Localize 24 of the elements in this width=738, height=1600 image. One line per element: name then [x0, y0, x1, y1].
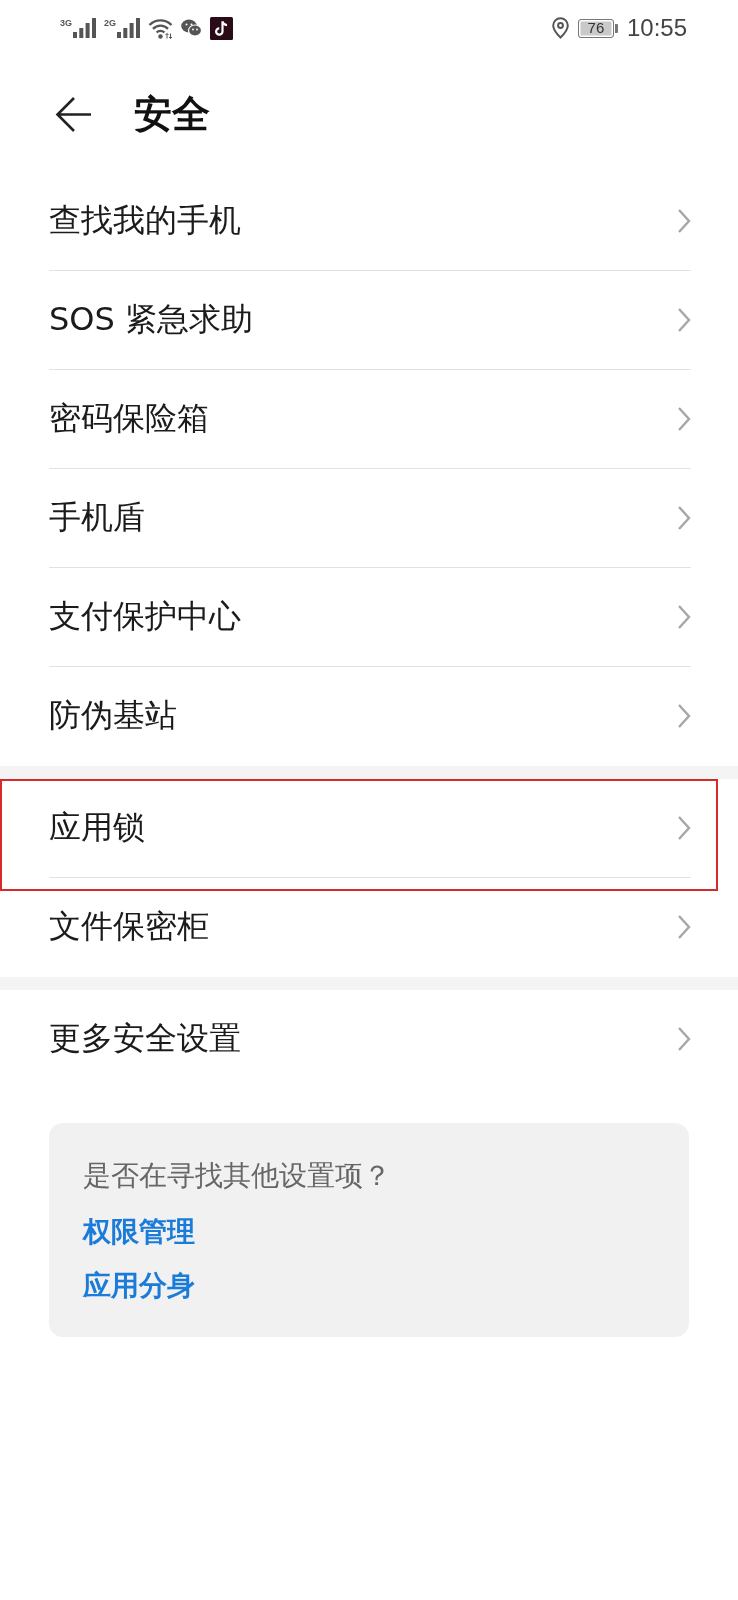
- chat-bubbles-icon: [181, 19, 203, 37]
- suggestion-prompt: 是否在寻找其他设置项？: [83, 1158, 392, 1194]
- chevron-right-icon: [677, 307, 691, 333]
- chevron-right-icon: [677, 406, 691, 432]
- signal-icon: [117, 18, 141, 38]
- back-arrow-icon[interactable]: [55, 95, 92, 133]
- chevron-right-icon: [677, 815, 691, 841]
- clock-time: 10:55: [626, 14, 687, 42]
- suggestion-link[interactable]: 应用分身: [83, 1259, 195, 1313]
- suggestion-link[interactable]: 权限管理: [83, 1205, 195, 1259]
- network-type-label: 3G: [60, 18, 72, 28]
- location-pin-icon: [551, 17, 569, 39]
- network-type-label: 2G: [104, 18, 117, 28]
- chevron-right-icon: [677, 604, 691, 630]
- chevron-right-icon: [677, 703, 691, 729]
- battery-indicator: 76: [577, 18, 618, 38]
- signal-icon: [73, 18, 96, 38]
- chevron-right-icon: [677, 914, 691, 940]
- chevron-right-icon: [677, 1026, 691, 1052]
- page-title: 安全: [134, 91, 210, 138]
- music-note-icon: [210, 16, 234, 40]
- chevron-right-icon: [677, 208, 691, 234]
- wifi-icon: [148, 17, 174, 39]
- chevron-right-icon: [677, 505, 691, 531]
